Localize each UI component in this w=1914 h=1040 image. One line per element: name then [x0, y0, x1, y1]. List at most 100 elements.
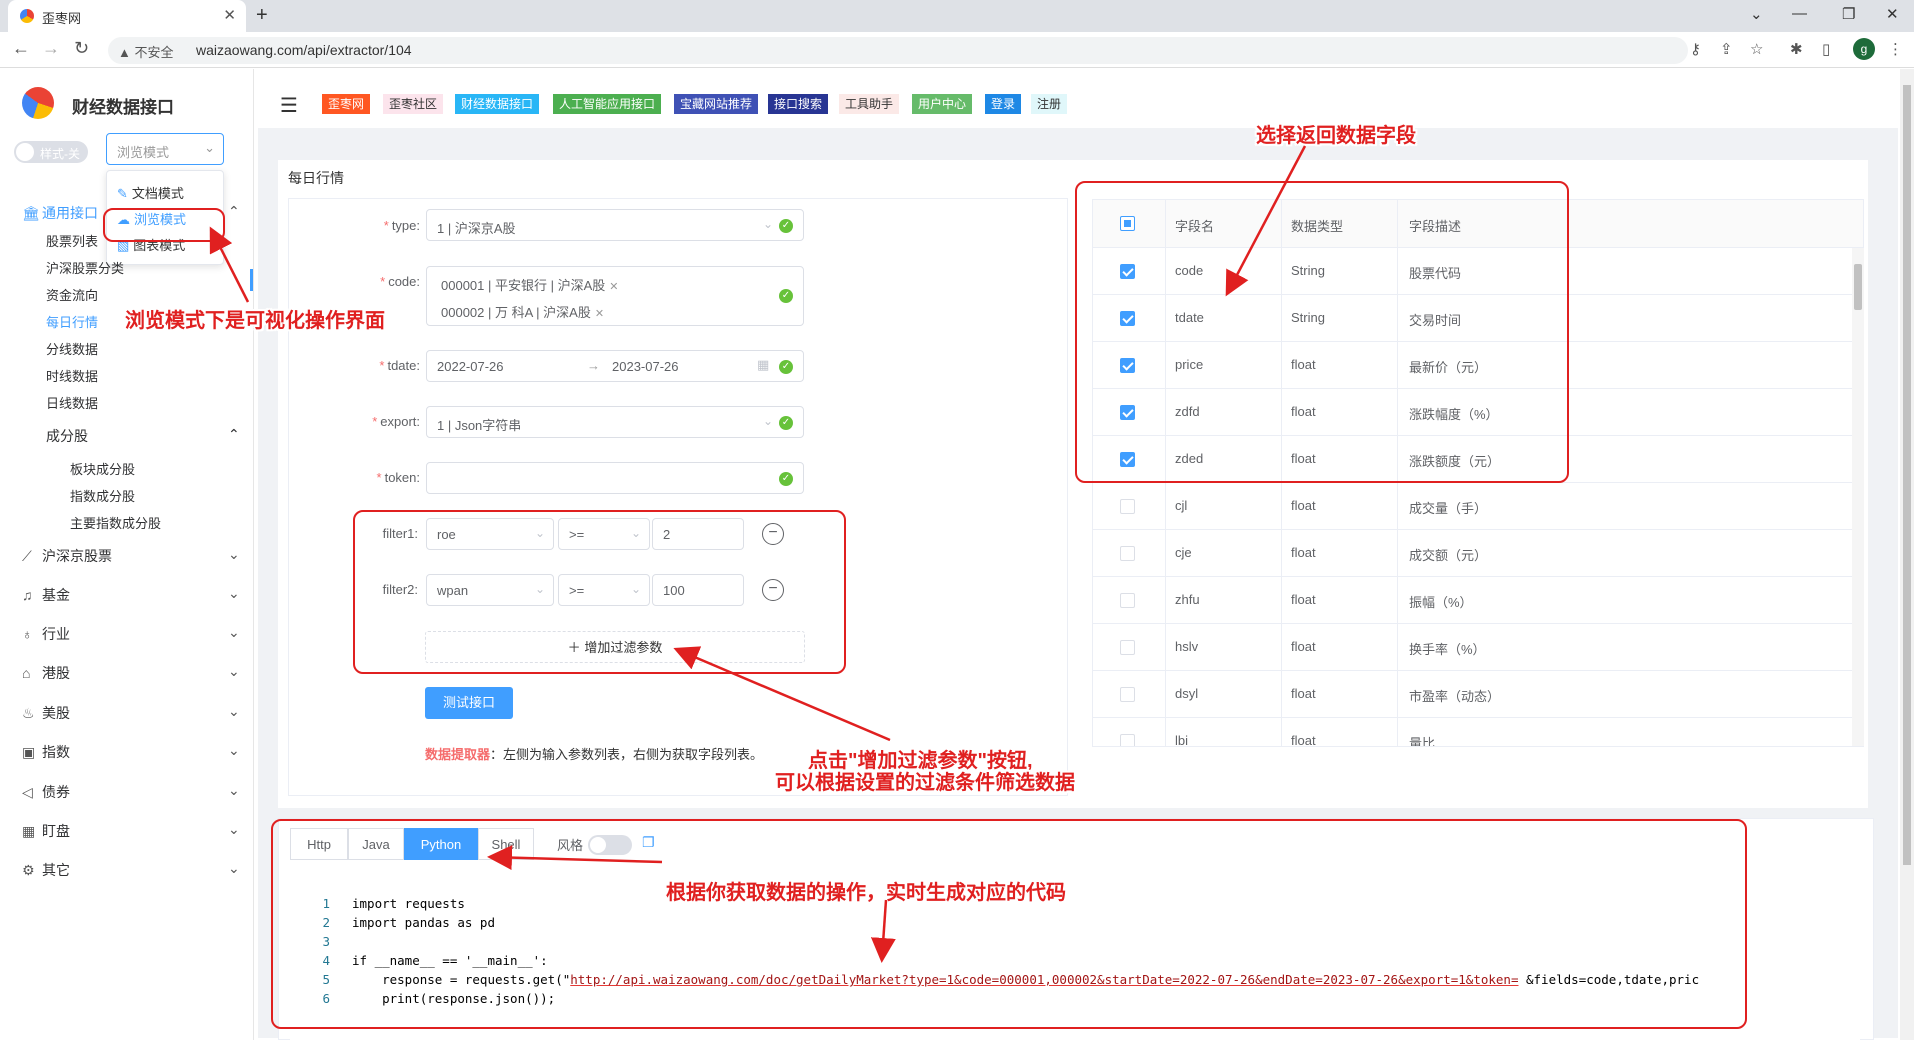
- menu-group-label: 行业: [42, 626, 70, 642]
- label-text: export:: [380, 414, 420, 429]
- row-checkbox[interactable]: [1120, 734, 1135, 746]
- data-type-cell: float: [1291, 498, 1316, 513]
- browser-tab[interactable]: 歪枣网 ✕: [8, 0, 246, 32]
- close-tab-icon[interactable]: ✕: [223, 6, 236, 24]
- tag-close-icon[interactable]: ✕: [609, 281, 618, 293]
- table-row[interactable]: cje float 成交额（元）: [1093, 530, 1863, 577]
- profile-avatar[interactable]: g: [1853, 38, 1875, 60]
- row-checkbox[interactable]: [1120, 593, 1135, 608]
- restore-icon[interactable]: ❐: [1842, 5, 1855, 23]
- topnav-link[interactable]: 接口搜索: [768, 94, 829, 114]
- calendar-icon[interactable]: ▦: [757, 357, 769, 373]
- sidebar-item-index-constituents[interactable]: 指数成分股: [70, 486, 135, 505]
- sidebar-item-sector-constituents[interactable]: 板块成分股: [70, 459, 135, 478]
- menu-group-general[interactable]: 🏛 通用接口 ⌃: [22, 203, 240, 223]
- sidebar-item-constituents[interactable]: 成分股 ⌃: [46, 426, 240, 446]
- tab-search-icon[interactable]: ⌄: [1750, 5, 1763, 23]
- export-select[interactable]: 1 | Json字符串 ⌄ ✓: [426, 406, 804, 438]
- side-panel-icon[interactable]: ▯: [1822, 40, 1830, 58]
- chevron-up-icon: ⌃: [228, 426, 240, 442]
- minimize-icon[interactable]: —: [1792, 5, 1807, 22]
- url-text[interactable]: waizaowang.com/api/extractor/104: [196, 42, 412, 58]
- menu-kebab-icon[interactable]: ⋮: [1888, 40, 1903, 58]
- new-tab-icon[interactable]: +: [256, 4, 268, 27]
- reload-icon[interactable]: ↻: [74, 38, 89, 59]
- key-icon[interactable]: ⚷: [1690, 40, 1701, 58]
- sidebar-item-hour-data[interactable]: 时线数据: [46, 366, 98, 385]
- table-row[interactable]: zhfu float 振幅（%）: [1093, 577, 1863, 624]
- menu-group-bonds[interactable]: ◁ 债券 ⌄: [22, 782, 240, 802]
- scroll-thumb[interactable]: [1854, 264, 1862, 310]
- bookmark-star-icon[interactable]: ☆: [1750, 40, 1763, 58]
- menu-group-hk[interactable]: ⌂ 港股 ⌄: [22, 663, 240, 683]
- table-row[interactable]: lbi float 量比: [1093, 718, 1863, 746]
- date-end[interactable]: 2023-07-26: [612, 359, 679, 374]
- table-scrollbar[interactable]: [1852, 248, 1864, 746]
- field-name-cell: dsyl: [1175, 686, 1199, 701]
- sidebar-item-fund-flow[interactable]: 资金流向: [46, 285, 98, 304]
- menu-group-stocks[interactable]: ⟋ 沪深京股票 ⌄: [22, 546, 240, 566]
- menu-group-watch[interactable]: ▦ 盯盘 ⌄: [22, 821, 240, 841]
- mode-option-doc[interactable]: ✎ 文档模式: [117, 183, 184, 202]
- sidebar-item-daily-market[interactable]: 每日行情: [46, 312, 98, 331]
- omnibox[interactable]: ▲ 不安全 waizaowang.com/api/extractor/104: [108, 37, 1688, 64]
- back-icon[interactable]: ←: [12, 38, 30, 59]
- topnav-link[interactable]: 工具助手: [839, 94, 900, 114]
- sidebar-item-stock-list[interactable]: 股票列表: [46, 231, 98, 250]
- table-row[interactable]: cjl float 成交量（手）: [1093, 483, 1863, 530]
- menu-group-us[interactable]: ♨ 美股 ⌄: [22, 703, 240, 723]
- scroll-thumb[interactable]: [1903, 85, 1911, 865]
- code-tag[interactable]: 000002 | 万 科A | 沪深A股 ✕: [441, 302, 604, 321]
- check-icon: ✓: [779, 472, 793, 486]
- menu-group-other[interactable]: ⚙ 其它 ⌄: [22, 860, 240, 880]
- page-scrollbar[interactable]: [1900, 69, 1914, 1040]
- topnav-link[interactable]: 宝藏网站推荐: [674, 94, 759, 114]
- field-desc-cell: 成交额（元）: [1409, 548, 1488, 563]
- tv-icon: ▣: [22, 744, 36, 760]
- row-checkbox[interactable]: [1120, 546, 1135, 561]
- table-row[interactable]: hslv float 换手率（%）: [1093, 624, 1863, 671]
- insecure-warning-icon[interactable]: ▲ 不安全: [118, 42, 174, 61]
- type-select[interactable]: 1 | 沪深京A股 ⌄ ✓: [426, 209, 804, 241]
- data-type-cell: float: [1291, 545, 1316, 560]
- sidebar-item-stock-class[interactable]: 沪深股票分类: [46, 258, 124, 277]
- topnav-link[interactable]: 歪枣社区: [383, 94, 444, 114]
- forward-icon[interactable]: →: [42, 38, 60, 59]
- menu-group-funds[interactable]: ♫ 基金 ⌄: [22, 585, 240, 605]
- token-input[interactable]: ✓: [426, 462, 804, 494]
- share-icon[interactable]: ⇪: [1720, 40, 1733, 58]
- row-checkbox[interactable]: [1120, 640, 1135, 655]
- trend-icon: ⟋: [22, 548, 32, 564]
- row-checkbox[interactable]: [1120, 687, 1135, 702]
- topnav-link[interactable]: 歪枣网: [322, 94, 371, 114]
- date-start[interactable]: 2022-07-26: [437, 359, 504, 374]
- topnav-link[interactable]: 登录: [985, 94, 1022, 114]
- menu-group-label: 成分股: [46, 428, 88, 444]
- code-multiselect[interactable]: 000001 | 平安银行 | 沪深A股 ✕ 000002 | 万 科A | 沪深…: [426, 266, 804, 326]
- extensions-icon[interactable]: ✱: [1790, 40, 1803, 58]
- mode-select[interactable]: 浏览模式 ⌄: [106, 133, 224, 165]
- code-tag[interactable]: 000001 | 平安银行 | 沪深A股 ✕: [441, 275, 618, 294]
- tdate-range[interactable]: 2022-07-26 → 2023-07-26 ▦ ✓: [426, 350, 804, 382]
- style-toggle[interactable]: 样式-关: [14, 141, 88, 163]
- topnav-link[interactable]: 注册: [1031, 94, 1068, 114]
- sidebar-item-minute-data[interactable]: 分线数据: [46, 339, 98, 358]
- export-label: * export:: [372, 414, 420, 429]
- menu-group-index[interactable]: ▣ 指数 ⌄: [22, 742, 240, 762]
- edit-icon: ✎: [117, 186, 128, 201]
- sidebar-item-main-index-constituents[interactable]: 主要指数成分股: [70, 513, 161, 532]
- topnav-link[interactable]: 用户中心: [912, 94, 973, 114]
- check-icon: ✓: [779, 289, 793, 303]
- label-text: code:: [388, 274, 420, 289]
- tag-close-icon[interactable]: ✕: [595, 308, 604, 320]
- topnav-link[interactable]: 人工智能应用接口: [553, 94, 662, 114]
- table-row[interactable]: dsyl float 市盈率（动态）: [1093, 671, 1863, 718]
- sidebar-item-day-data[interactable]: 日线数据: [46, 393, 98, 412]
- row-checkbox[interactable]: [1120, 499, 1135, 514]
- window-close-icon[interactable]: ✕: [1886, 5, 1899, 23]
- topnav-link[interactable]: 财经数据接口: [455, 94, 540, 114]
- menu-group-industry[interactable]: ♁ 行业 ⌄: [22, 624, 240, 644]
- test-api-button[interactable]: 测试接口: [425, 687, 513, 719]
- collapse-menu-icon[interactable]: ☰: [280, 93, 298, 118]
- bell-icon: ♫: [22, 587, 33, 603]
